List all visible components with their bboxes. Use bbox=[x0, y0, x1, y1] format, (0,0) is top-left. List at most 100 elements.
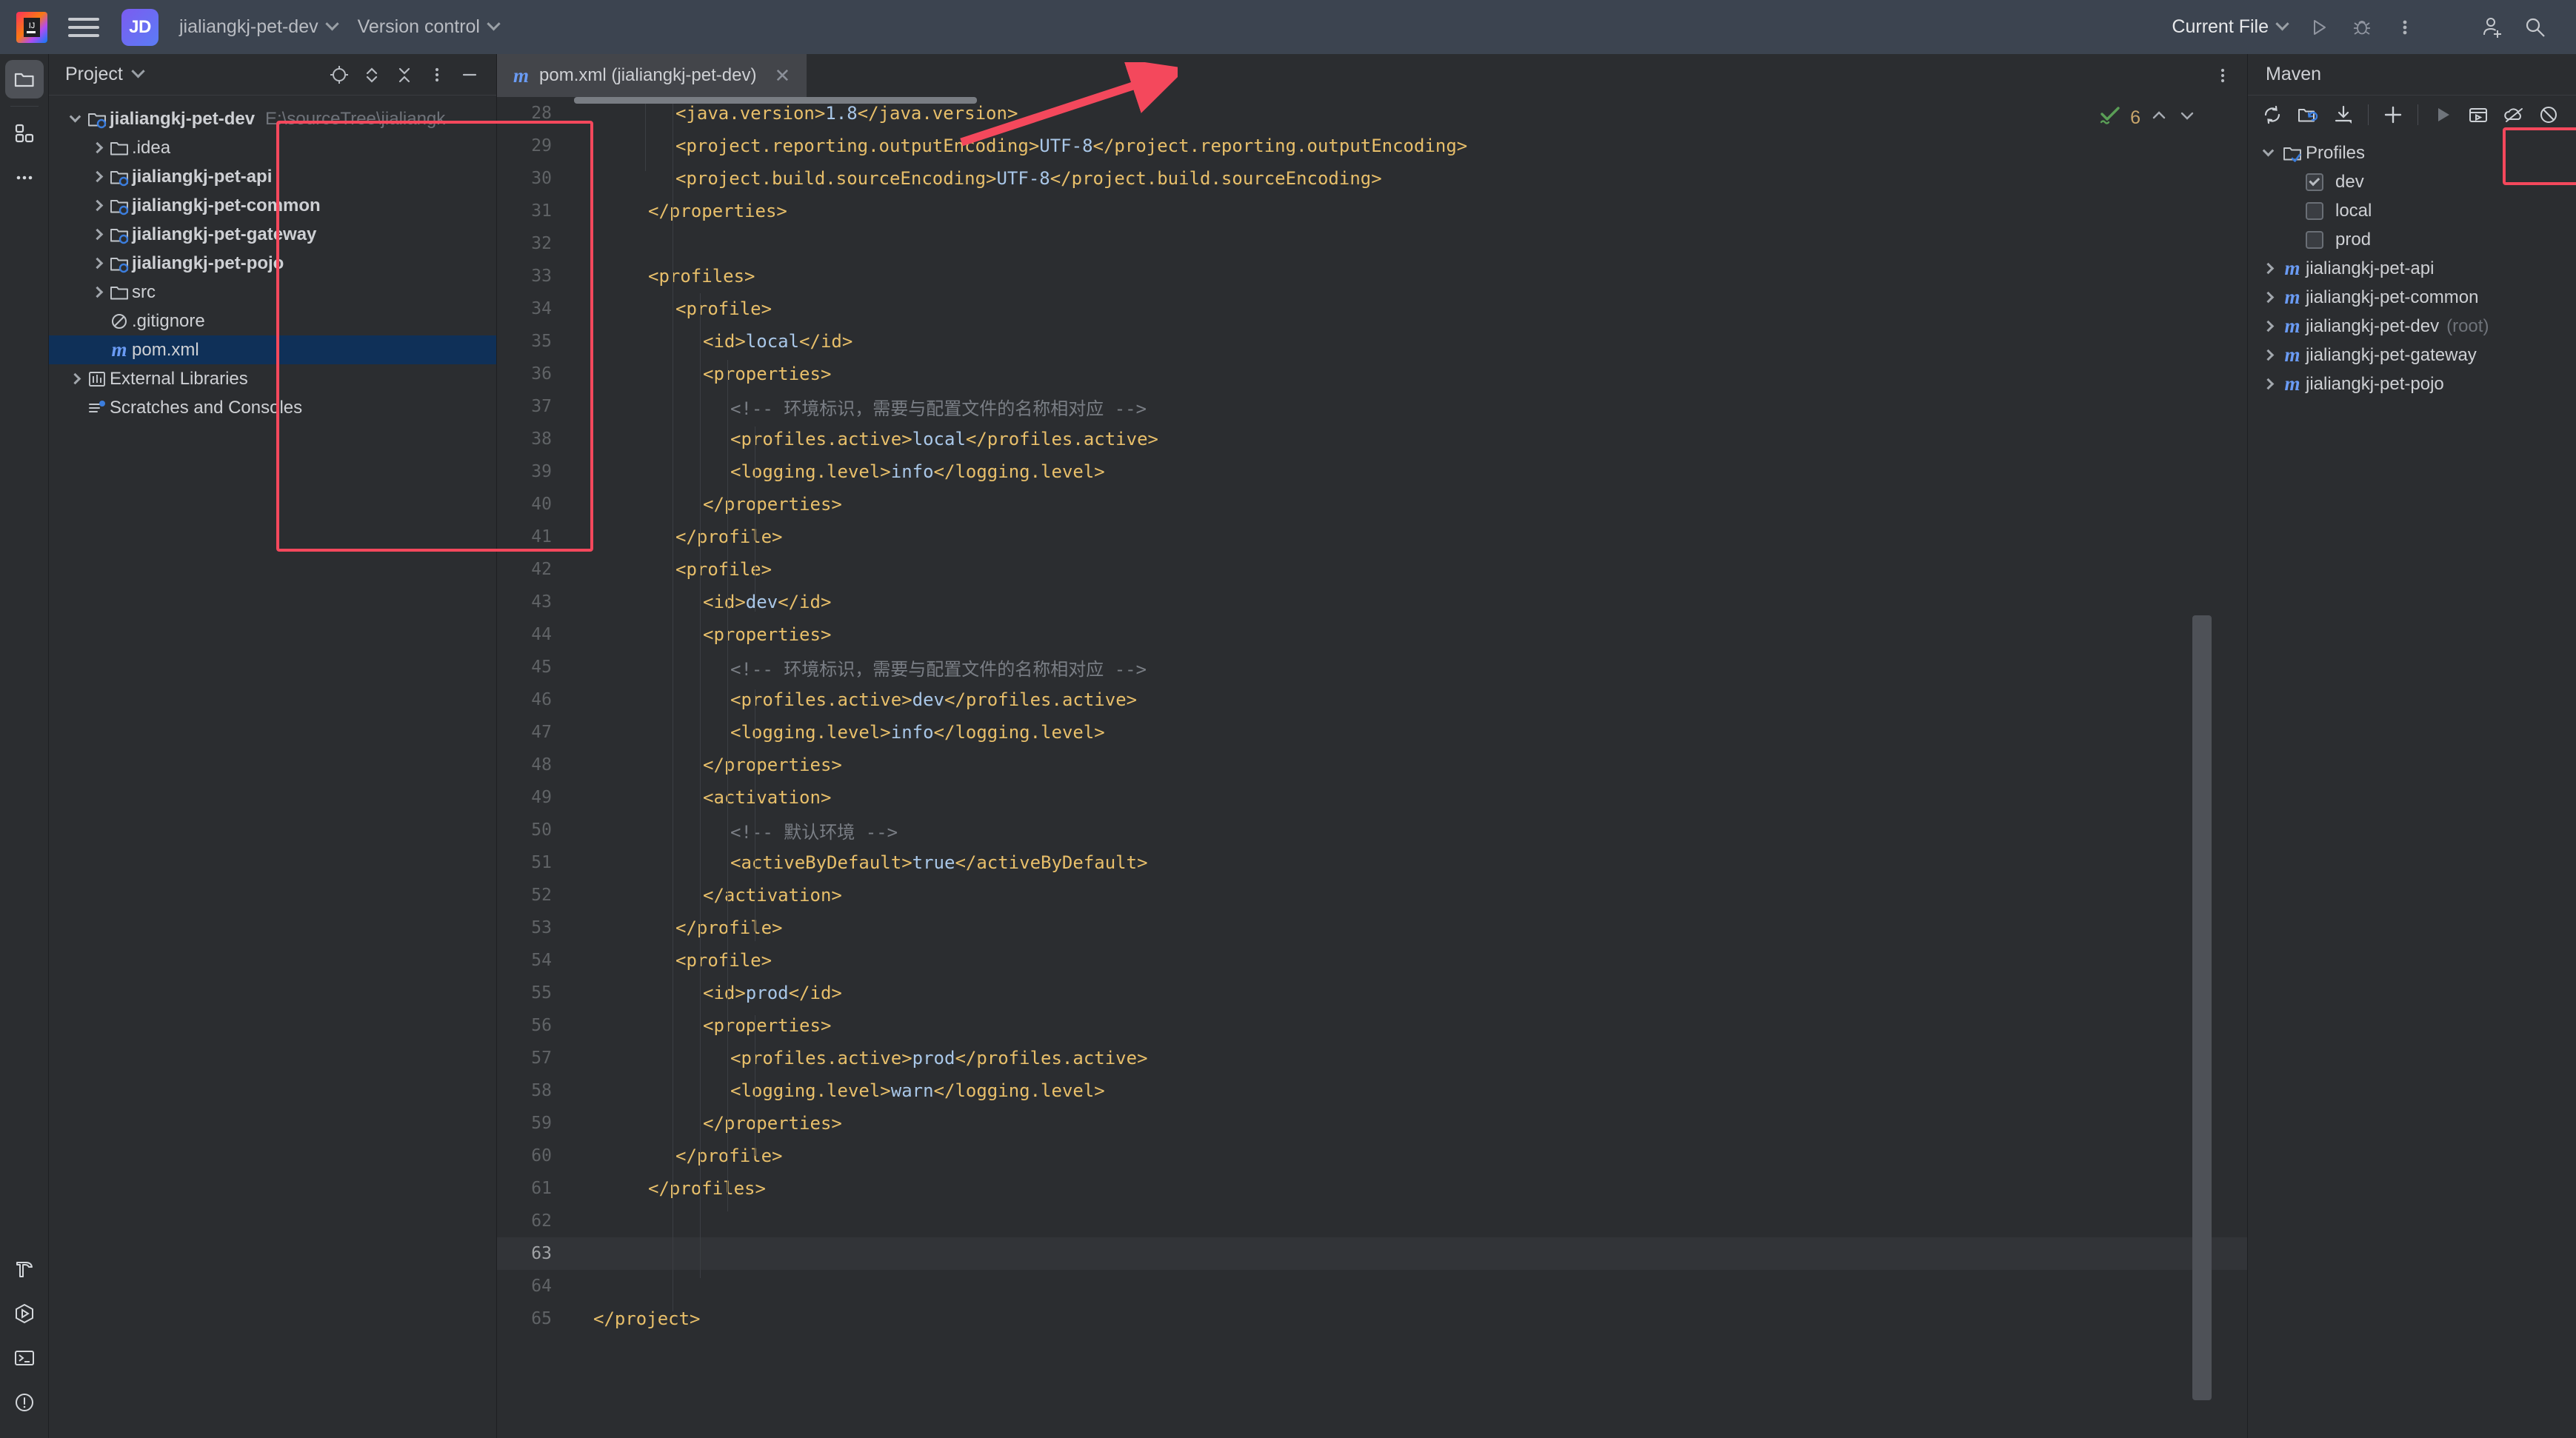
profile-checkbox-local[interactable] bbox=[2306, 201, 2323, 220]
project-tree-item-jialiangkj-pet-gateway[interactable]: jialiangkj-pet-gateway bbox=[49, 220, 496, 249]
code-line[interactable]: 49 <activation> bbox=[497, 781, 2247, 814]
scrollbar-thumb[interactable] bbox=[2192, 615, 2212, 1400]
profile-checkbox-dev[interactable] bbox=[2306, 173, 2323, 191]
chevron-right-icon[interactable] bbox=[87, 228, 107, 241]
project-tree-item-jialiangkj-pet-dev[interactable]: jialiangkj-pet-dev E:\sourceTree\jialiang… bbox=[49, 104, 496, 133]
code-line[interactable]: 64 bbox=[497, 1270, 2247, 1302]
chevron-right-icon[interactable] bbox=[87, 199, 107, 212]
main-menu-icon[interactable] bbox=[68, 12, 99, 43]
locate-target-icon[interactable] bbox=[324, 60, 354, 90]
add-maven-project-icon[interactable] bbox=[2291, 98, 2325, 132]
code-line[interactable]: 47 <logging.level>info</logging.level> bbox=[497, 716, 2247, 749]
project-tool-icon[interactable] bbox=[4, 60, 44, 98]
hide-panel-icon[interactable] bbox=[455, 60, 484, 90]
code-line[interactable]: 37 <!-- 环境标识，需要与配置文件的名称相对应 --> bbox=[497, 390, 2247, 423]
code-line[interactable]: 57 <profiles.active>prod</profiles.active… bbox=[497, 1042, 2247, 1074]
code-line[interactable]: 32 bbox=[497, 227, 2247, 260]
run-button[interactable] bbox=[2298, 6, 2340, 49]
project-tree-item-external-libraries[interactable]: External Libraries bbox=[49, 364, 496, 393]
run-icon[interactable] bbox=[2426, 98, 2460, 132]
toggle-offline-mode-icon[interactable] bbox=[2497, 98, 2531, 132]
code-line[interactable]: 43 <id>dev</id> bbox=[497, 586, 2247, 618]
options-menu-icon[interactable] bbox=[422, 60, 452, 90]
project-tree-item-pom-xml[interactable]: m pom.xml bbox=[49, 335, 496, 364]
add-user-icon[interactable] bbox=[2471, 6, 2514, 49]
code-line[interactable]: 46 <profiles.active>dev</profiles.active> bbox=[497, 683, 2247, 716]
build-hammer-icon[interactable] bbox=[5, 1250, 44, 1288]
code-line[interactable]: 31 </properties> bbox=[497, 195, 2247, 227]
editor-tab-options-icon[interactable] bbox=[2198, 54, 2247, 97]
editor-tab-pom-xml[interactable]: m pom.xml (jialiangkj-pet-dev) ✕ bbox=[497, 54, 807, 97]
maven-tree-item-jialiangkj-pet-common[interactable]: m jialiangkj-pet-common bbox=[2248, 283, 2576, 312]
code-line[interactable]: 44 <properties> bbox=[497, 618, 2247, 651]
download-sources-icon[interactable] bbox=[2326, 98, 2360, 132]
chevron-down-icon[interactable] bbox=[65, 110, 84, 123]
maven-tree-item-jialiangkj-pet-pojo[interactable]: m jialiangkj-pet-pojo bbox=[2248, 369, 2576, 398]
maven-tree-item-local[interactable]: local bbox=[2248, 196, 2576, 225]
code-line[interactable]: 62 bbox=[497, 1205, 2247, 1237]
structure-tool-icon[interactable] bbox=[5, 114, 44, 153]
skip-tests-icon[interactable] bbox=[2532, 98, 2566, 132]
code-line[interactable]: 38 <profiles.active>local</profiles.activ… bbox=[497, 423, 2247, 455]
project-tree-item-jialiangkj-pet-pojo[interactable]: jialiangkj-pet-pojo bbox=[49, 249, 496, 278]
project-tree-item-gitignore[interactable]: .gitignore bbox=[49, 307, 496, 335]
code-line[interactable]: 41 </profile> bbox=[497, 521, 2247, 553]
code-line[interactable]: 30 <project.build.sourceEncoding>UTF-8</p… bbox=[497, 162, 2247, 195]
collapse-all-icon[interactable] bbox=[390, 60, 419, 90]
chevron-right-icon[interactable] bbox=[87, 286, 107, 298]
code-line[interactable]: 60 </profile> bbox=[497, 1140, 2247, 1172]
code-line[interactable]: 56 <properties> bbox=[497, 1009, 2247, 1042]
maven-tree-item-prod[interactable]: prod bbox=[2248, 225, 2576, 254]
expand-collapse-icon[interactable] bbox=[357, 60, 387, 90]
code-line[interactable]: 59 </properties> bbox=[497, 1107, 2247, 1140]
run-hexagon-icon[interactable] bbox=[5, 1294, 44, 1333]
code-line[interactable]: 55 <id>prod</id> bbox=[497, 977, 2247, 1009]
version-control-widget[interactable]: Version control bbox=[347, 9, 509, 46]
editor-horizontal-scrollbar[interactable] bbox=[574, 97, 977, 104]
code-line[interactable]: 61 </profiles> bbox=[497, 1172, 2247, 1205]
chevron-down-icon[interactable] bbox=[131, 64, 145, 78]
profile-checkbox-prod[interactable] bbox=[2306, 230, 2323, 249]
code-line[interactable]: 45 <!-- 环境标识，需要与配置文件的名称相对应 --> bbox=[497, 651, 2247, 683]
run-configuration-selector[interactable]: Current File bbox=[2161, 9, 2298, 46]
chevron-right-icon[interactable] bbox=[2257, 291, 2279, 304]
code-line[interactable]: 39 <logging.level>info</logging.level> bbox=[497, 455, 2247, 488]
execute-maven-goal-icon[interactable] bbox=[2461, 98, 2495, 132]
project-tree-item-scratches-and-consoles[interactable]: Scratches and Consoles bbox=[49, 393, 496, 422]
more-actions-button[interactable] bbox=[2383, 6, 2426, 49]
code-line[interactable]: 54 <profile> bbox=[497, 944, 2247, 977]
code-line[interactable]: 34 <profile> bbox=[497, 292, 2247, 325]
maven-tree-item-dev[interactable]: dev bbox=[2248, 167, 2576, 196]
code-line[interactable]: 35 <id>local</id> bbox=[497, 325, 2247, 358]
reload-all-maven-projects-icon[interactable] bbox=[2255, 98, 2289, 132]
code-line[interactable]: 36 <properties> bbox=[497, 358, 2247, 390]
chevron-right-icon[interactable] bbox=[2257, 320, 2279, 332]
close-tab-icon[interactable]: ✕ bbox=[774, 64, 790, 87]
project-tree-item-jialiangkj-pet-api[interactable]: jialiangkj-pet-api bbox=[49, 162, 496, 191]
chevron-down-icon[interactable] bbox=[2257, 144, 2279, 157]
more-tool-windows-icon[interactable] bbox=[5, 158, 44, 197]
chevron-right-icon[interactable] bbox=[87, 170, 107, 183]
project-selector[interactable]: jialiangkj-pet-dev bbox=[169, 9, 347, 46]
maven-tree-item-profiles[interactable]: Profiles bbox=[2248, 138, 2576, 167]
maven-tree-item-jialiangkj-pet-api[interactable]: m jialiangkj-pet-api bbox=[2248, 254, 2576, 283]
code-line[interactable]: 33 <profiles> bbox=[497, 260, 2247, 292]
terminal-icon[interactable] bbox=[5, 1339, 44, 1377]
code-line[interactable]: 42 <profile> bbox=[497, 553, 2247, 586]
inspection-widget[interactable]: 6 bbox=[2099, 106, 2197, 130]
code-line[interactable]: 58 <logging.level>warn</logging.level> bbox=[497, 1074, 2247, 1107]
chevron-down-icon[interactable] bbox=[2178, 106, 2197, 130]
code-line[interactable]: 53 </profile> bbox=[497, 912, 2247, 944]
code-line[interactable]: 63 bbox=[497, 1237, 2247, 1270]
add-icon[interactable] bbox=[2376, 98, 2410, 132]
code-editor[interactable]: 28 <java.version>1.8</java.version> 29 <pro… bbox=[497, 97, 2247, 1438]
project-tree-item-idea[interactable]: .idea bbox=[49, 133, 496, 162]
project-tree-item-src[interactable]: src bbox=[49, 278, 496, 307]
code-line[interactable]: 65 </project> bbox=[497, 1302, 2247, 1335]
chevron-right-icon[interactable] bbox=[65, 372, 84, 385]
code-line[interactable]: 51 <activeByDefault>true</activeByDefault… bbox=[497, 846, 2247, 879]
code-line[interactable]: 40 </properties> bbox=[497, 488, 2247, 521]
chevron-right-icon[interactable] bbox=[2257, 378, 2279, 390]
chevron-right-icon[interactable] bbox=[2257, 349, 2279, 361]
chevron-right-icon[interactable] bbox=[2257, 262, 2279, 275]
